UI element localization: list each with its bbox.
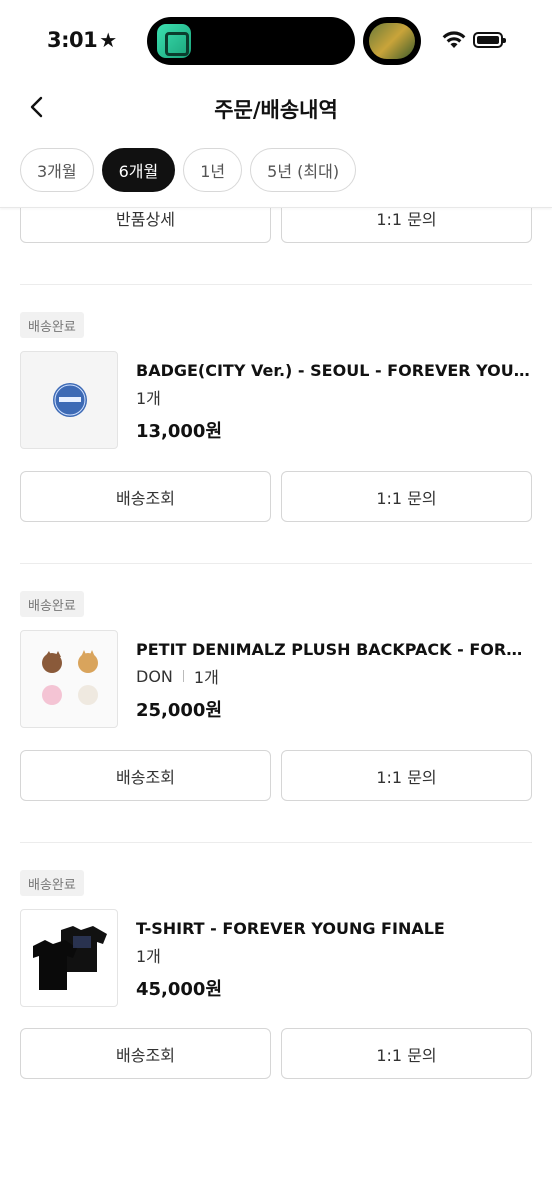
product-price: 25,000원 bbox=[136, 700, 223, 721]
product-thumbnail[interactable] bbox=[20, 351, 118, 449]
filter-1-year[interactable]: 1년 bbox=[183, 148, 243, 192]
product-name[interactable]: T-SHIRT - FOREVER YOUNG FINALE bbox=[136, 919, 532, 938]
track-delivery-button[interactable]: 배송조회 bbox=[20, 1028, 271, 1079]
page-title: 주문/배송내역 bbox=[214, 98, 338, 122]
option-separator bbox=[182, 670, 184, 682]
quantity-text: 1개 bbox=[136, 947, 161, 966]
product-thumbnail[interactable] bbox=[20, 909, 118, 1007]
order-item: 배송완료 T-SHIRT - FOREVER YOUNG FINALE 1개 4… bbox=[0, 870, 552, 1120]
period-filter-overlay: 3개월 6개월 1년 5년 (최대) bbox=[20, 148, 357, 192]
time-text: 3:01 bbox=[47, 28, 98, 52]
filter-3-months[interactable]: 3개월 bbox=[20, 148, 94, 192]
product-price: 13,000원 bbox=[136, 421, 223, 442]
app-icon bbox=[157, 24, 191, 58]
dynamic-island bbox=[147, 17, 355, 65]
track-delivery-button[interactable]: 배송조회 bbox=[20, 750, 271, 801]
product-option: DON 1개 bbox=[136, 664, 219, 688]
inquiry-button[interactable]: 1:1 문의 bbox=[281, 1028, 532, 1079]
order-divider bbox=[20, 842, 532, 843]
status-badge: 배송완료 bbox=[20, 870, 84, 896]
badge-image bbox=[53, 383, 87, 417]
app-header: 주문/배송내역 bbox=[0, 84, 552, 132]
status-badge: 배송완료 bbox=[20, 591, 84, 617]
option-text: DON bbox=[136, 666, 173, 686]
star-icon: ★ bbox=[99, 28, 117, 52]
product-quantity: 1개 bbox=[136, 943, 161, 967]
status-bar: 3:01 ★ bbox=[0, 0, 552, 84]
status-time: 3:01 ★ bbox=[47, 28, 117, 52]
tshirt-image bbox=[33, 926, 107, 990]
quantity-text: 1개 bbox=[136, 389, 161, 408]
order-item: 배송완료 BADGE(CITY Ver.) - SEOUL - FOREVER … bbox=[0, 312, 552, 562]
quantity-text: 1개 bbox=[193, 668, 219, 687]
filter-5-years[interactable]: 5년 (최대) bbox=[250, 148, 357, 192]
order-item: 배송완료 PETIT DENIMALZ PLUSH BACKPACK - FOR… bbox=[0, 591, 552, 841]
product-price: 45,000원 bbox=[136, 979, 223, 1000]
product-quantity: 1개 bbox=[136, 385, 161, 409]
track-delivery-button[interactable]: 배송조회 bbox=[20, 471, 271, 522]
pip-thumbnail bbox=[369, 23, 415, 59]
wifi-icon bbox=[442, 31, 466, 48]
order-divider bbox=[20, 284, 532, 285]
status-badge: 배송완료 bbox=[20, 312, 84, 338]
battery-icon bbox=[473, 32, 506, 48]
inquiry-button[interactable]: 1:1 문의 bbox=[281, 750, 532, 801]
inquiry-button[interactable]: 1:1 문의 bbox=[281, 471, 532, 522]
product-name[interactable]: PETIT DENIMALZ PLUSH BACKPACK - FOREVER … bbox=[136, 640, 532, 659]
picture-in-picture[interactable] bbox=[363, 17, 421, 65]
filter-divider bbox=[0, 207, 552, 208]
product-name[interactable]: BADGE(CITY Ver.) - SEOUL - FOREVER YOUNG… bbox=[136, 361, 532, 380]
filter-6-months[interactable]: 6개월 bbox=[101, 148, 176, 192]
plush-image bbox=[42, 650, 98, 705]
product-thumbnail[interactable] bbox=[20, 630, 118, 728]
order-divider bbox=[20, 563, 532, 564]
